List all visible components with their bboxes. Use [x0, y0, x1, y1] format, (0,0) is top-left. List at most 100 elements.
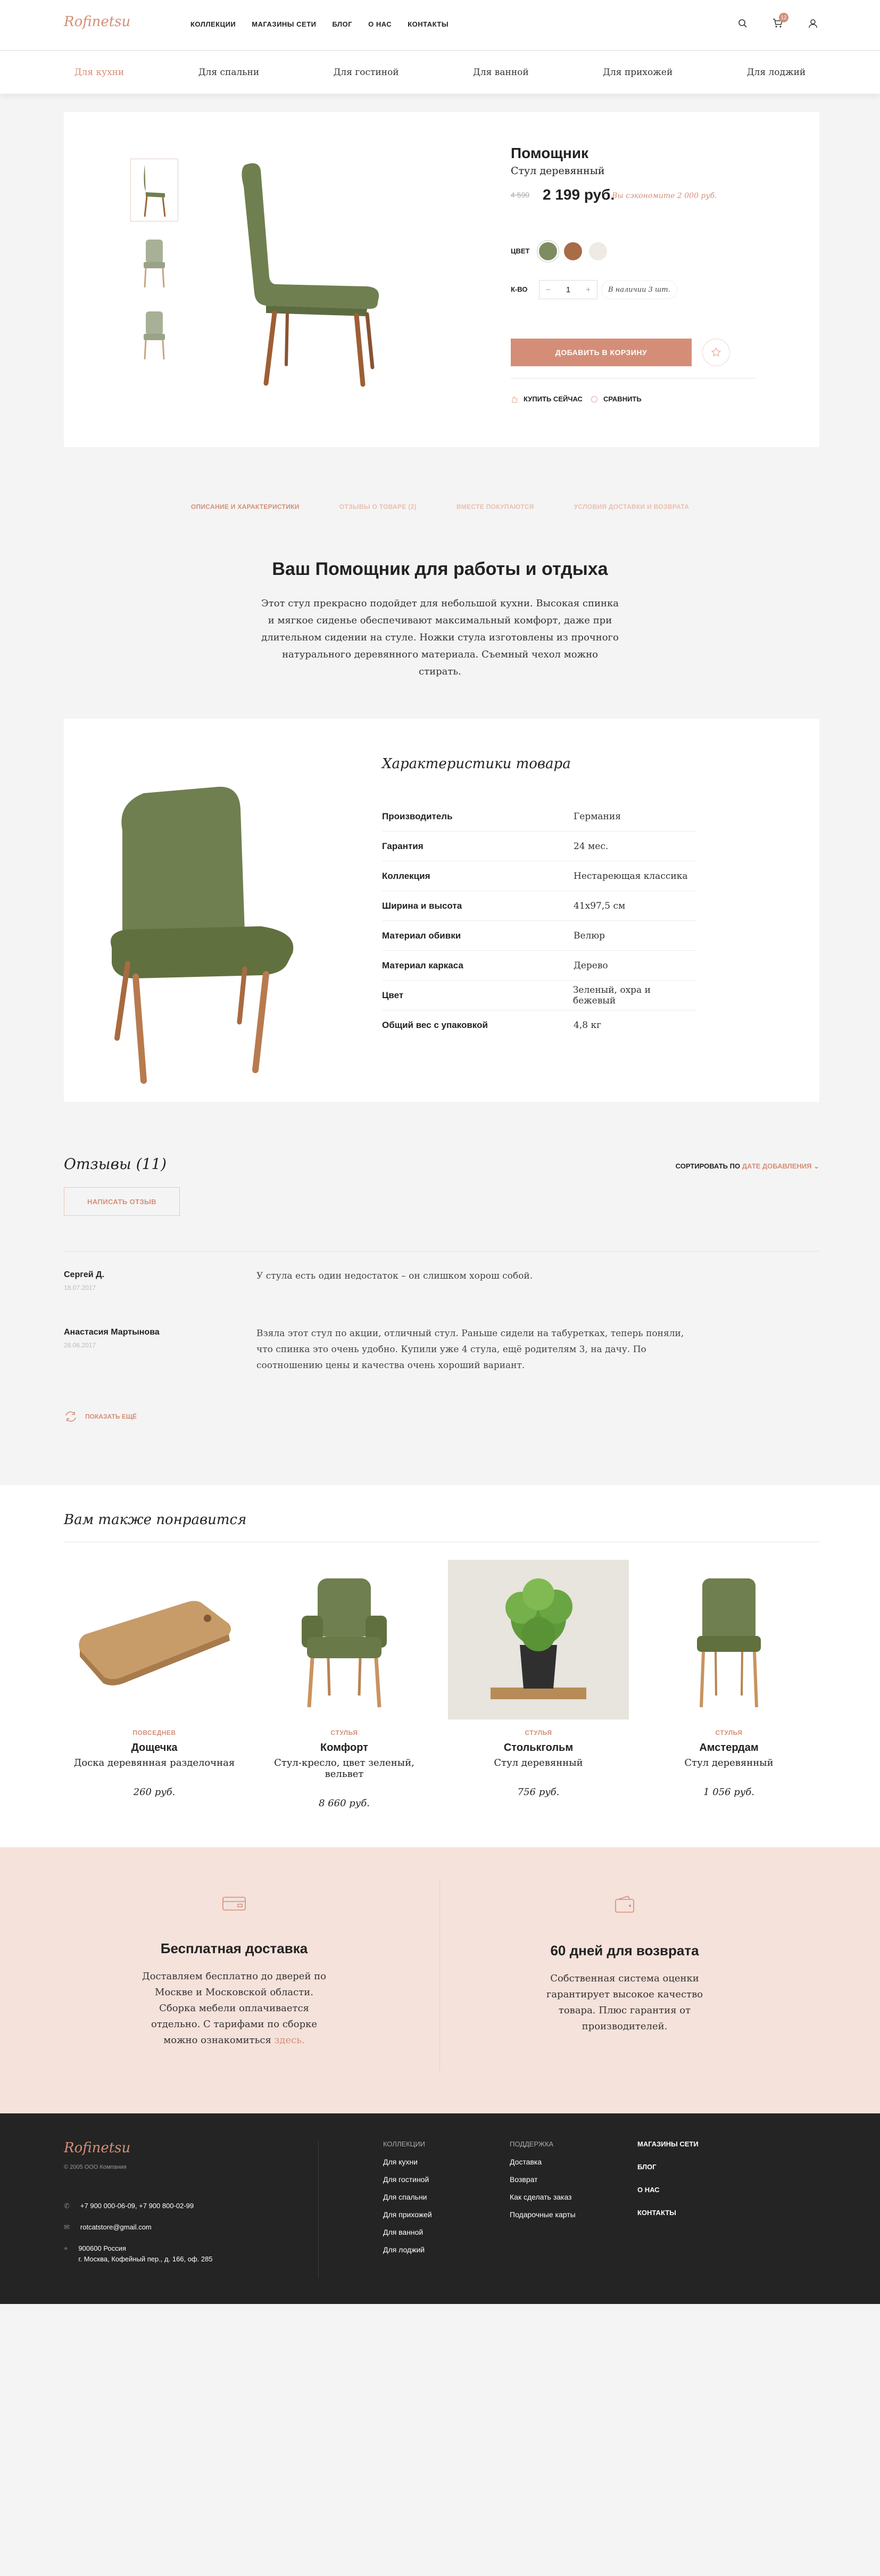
qty-minus-button[interactable]: − — [546, 285, 551, 294]
favorite-button[interactable] — [702, 339, 730, 366]
footer-email[interactable]: ✉ rotcatstore@gmail.com — [64, 2222, 152, 2233]
sort-control[interactable]: СОРТИРОВАТЬ ПО ДАТЕ ДОБАВЛЕНИЯ ⌄ — [676, 1162, 819, 1171]
reviews-title: Отзывы (11) — [64, 1155, 167, 1173]
product-card: Помощник Стул деревянный 4 590 2 199 руб… — [64, 112, 819, 447]
phone-numbers[interactable]: +7 900 000-06-09, +7 900 800-02-99 — [80, 2201, 194, 2211]
compare-link[interactable]: СРАВНИТЬ — [591, 395, 642, 403]
show-more-button[interactable]: ПОКАЗАТЬ ЕЩЁ — [64, 1411, 137, 1422]
cat-bathroom[interactable]: Для ванной — [473, 67, 529, 78]
footer-link[interactable]: Доставка — [510, 2158, 576, 2166]
spec-key: Коллекция — [382, 870, 430, 881]
product-thumb-1[interactable] — [130, 159, 178, 221]
product-category: СТУЛЬЯ — [715, 1729, 743, 1736]
footer-link[interactable]: КОНТАКТЫ — [637, 2209, 699, 2217]
footer-link[interactable]: БЛОГ — [637, 2163, 699, 2171]
product-subtitle: Стул деревянный — [511, 165, 605, 177]
spec-row: Цвет Зеленый, охра и бежевый — [382, 981, 696, 1010]
product-price: 756 руб. — [517, 1787, 560, 1798]
recommended-title: Вам также понравится — [64, 1512, 247, 1528]
cat-bedroom[interactable]: Для спальни — [198, 67, 259, 78]
spec-value: Нестареющая классика — [574, 870, 688, 882]
add-to-cart-button[interactable]: ДОБАВИТЬ В КОРЗИНУ — [511, 339, 692, 366]
tab-description[interactable]: ОПИСАНИЕ И ХАРАКТЕРИСТИКИ — [191, 503, 300, 511]
user-icon[interactable] — [806, 16, 820, 31]
product-desc: Стул-кресло, цвет зеленый, вельвет — [274, 1757, 414, 1780]
footer-link[interactable]: Для кухни — [383, 2158, 432, 2166]
spec-row: Общий вес с упаковкой 4,8 кг — [382, 1010, 696, 1040]
logo[interactable]: Rofinetsu — [64, 14, 130, 30]
divider — [439, 1879, 440, 2071]
benefit-link[interactable]: здесь. — [275, 2035, 305, 2046]
benefits-section: Бесплатная доставка Доставляем бесплатно… — [0, 1847, 880, 2113]
spec-row: Гарантия 24 мес. — [382, 832, 696, 861]
quantity-stepper: − 1 + — [539, 280, 597, 299]
spec-value: Дерево — [574, 960, 608, 971]
nav-stores[interactable]: МАГАЗИНЫ СЕТИ — [252, 20, 316, 28]
tab-reviews[interactable]: ОТЗЫВЫ О ТОВАРЕ (2) — [339, 503, 417, 511]
footer-link[interactable]: Для ванной — [383, 2228, 432, 2236]
footer-link[interactable]: Возврат — [510, 2175, 576, 2184]
write-review-button[interactable]: НАПИСАТЬ ОТЗЫВ — [64, 1187, 180, 1216]
product-category: ПОВСЕДНЕВ — [132, 1729, 176, 1736]
cat-living[interactable]: Для гостиной — [334, 67, 399, 78]
stock-badge: В наличии 3 шт. — [601, 280, 677, 299]
nav-contacts[interactable]: КОНТАКТЫ — [408, 20, 449, 28]
cart-icon[interactable]: 12 — [770, 13, 788, 31]
footer-link[interactable]: Подарочные карты — [510, 2210, 576, 2219]
search-icon[interactable] — [735, 16, 750, 31]
review-author: Анастасия Мартынова — [64, 1328, 160, 1337]
address-line2: г. Москва, Кофейный пер., д. 166, оф. 28… — [78, 2255, 213, 2263]
star-icon — [711, 347, 721, 357]
qty-plus-button[interactable]: + — [586, 285, 591, 294]
email-address[interactable]: rotcatstore@gmail.com — [80, 2222, 152, 2233]
tab-delivery[interactable]: УСЛОВИЯ ДОСТАВКИ И ВОЗВРАТА — [574, 503, 689, 511]
product-image — [254, 1560, 435, 1719]
cat-hallway[interactable]: Для прихожей — [603, 67, 673, 78]
footer-link[interactable]: Для лоджий — [383, 2245, 432, 2254]
product-thumb-2[interactable] — [130, 232, 178, 294]
review-author: Сергей Д. — [64, 1270, 104, 1279]
cart-count-badge: 12 — [779, 13, 788, 22]
nav-blog[interactable]: БЛОГ — [332, 20, 352, 28]
spec-value: Зеленый, охра и бежевый — [572, 984, 651, 1006]
footer-link[interactable]: Для прихожей — [383, 2210, 432, 2219]
product-tabs: ОПИСАНИЕ И ХАРАКТЕРИСТИКИ ОТЗЫВЫ О ТОВАР… — [0, 503, 880, 511]
spec-row: Коллекция Нестареющая классика — [382, 861, 696, 891]
footer-link[interactable]: Как сделать заказ — [510, 2193, 576, 2201]
footer-link[interactable]: Для спальни — [383, 2193, 432, 2201]
color-swatch-ochre[interactable] — [564, 242, 582, 260]
main-nav: КОЛЛЕКЦИИ МАГАЗИНЫ СЕТИ БЛОГ О НАС КОНТА… — [190, 20, 464, 28]
product-card-small[interactable]: СТУЛЬЯ Столькгольм Стул деревянный 756 р… — [448, 1560, 629, 1798]
tab-bought-together[interactable]: ВМЕСТЕ ПОКУПАЮТСЯ — [456, 503, 534, 511]
footer-phone[interactable]: ✆ +7 900 000-06-09, +7 900 800-02-99 — [64, 2201, 194, 2211]
qty-value[interactable]: 1 — [566, 285, 570, 294]
footer-link[interactable]: О НАС — [637, 2186, 699, 2194]
cat-loggia[interactable]: Для лоджий — [747, 67, 806, 78]
chevron-down-icon: ⌄ — [813, 1162, 819, 1170]
nav-about[interactable]: О НАС — [368, 20, 392, 28]
spec-key: Ширина и высота — [382, 900, 462, 911]
color-swatch-green[interactable] — [539, 242, 557, 260]
product-category: СТУЛЬЯ — [525, 1729, 552, 1736]
product-card-small[interactable]: СТУЛЬЯ Амстердам Стул деревянный 1 056 р… — [638, 1560, 819, 1798]
old-price: 4 590 — [511, 191, 530, 199]
cat-kitchen[interactable]: Для кухни — [74, 67, 124, 78]
footer-link[interactable]: МАГАЗИНЫ СЕТИ — [637, 2140, 699, 2148]
category-nav: Для кухни Для спальни Для гостиной Для в… — [0, 51, 880, 94]
sort-value[interactable]: ДАТЕ ДОБАВЛЕНИЯ — [742, 1162, 812, 1170]
product-card-small[interactable]: СТУЛЬЯ Комфорт Стул-кресло, цвет зеленый… — [254, 1560, 435, 1809]
footer-link[interactable]: Для гостиной — [383, 2175, 432, 2184]
spec-value: Германия — [574, 811, 621, 822]
product-image — [448, 1560, 629, 1719]
color-swatch-beige[interactable] — [589, 242, 607, 260]
description-text: Этот стул прекрасно подойдет для небольш… — [261, 598, 619, 677]
spec-key: Материал каркаса — [382, 960, 463, 970]
spec-value: Велюр — [574, 930, 605, 941]
product-thumb-3[interactable] — [130, 303, 178, 366]
product-card-small[interactable]: ПОВСЕДНЕВ Дощечка Доска деревянная разде… — [64, 1560, 245, 1798]
footer-logo[interactable]: Rofinetsu — [64, 2140, 130, 2156]
footer-support: ПОДДЕРЖКА Доставка Возврат Как сделать з… — [510, 2140, 576, 2228]
nav-collections[interactable]: КОЛЛЕКЦИИ — [190, 20, 236, 28]
buy-now-link[interactable]: КУПИТЬ СЕЙЧАС — [511, 395, 583, 403]
hand-icon — [512, 396, 518, 403]
